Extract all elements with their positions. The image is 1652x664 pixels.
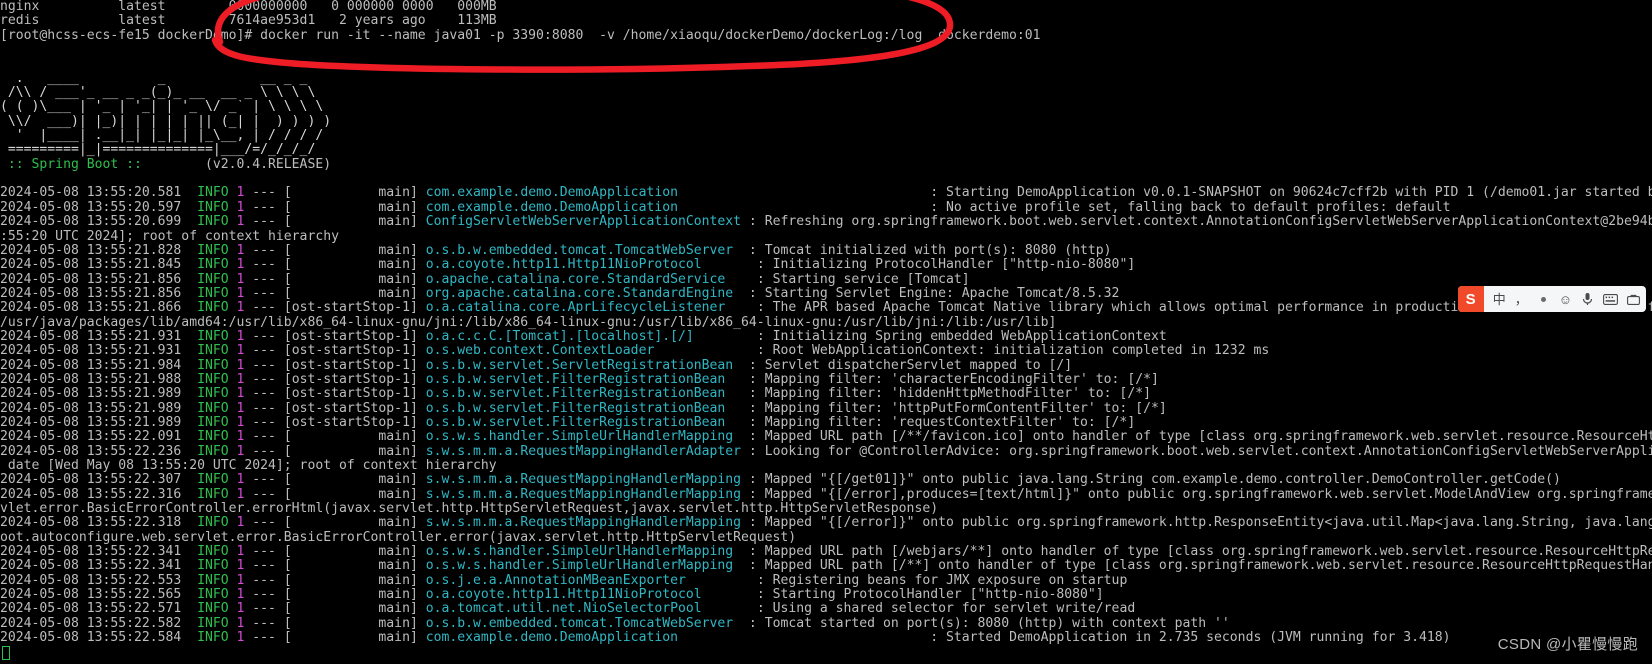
log-line-23: 2024-05-08 13:55:22.318 INFO 1 --- [ mai… xyxy=(0,516,1652,531)
log-line-29: 2024-05-08 13:55:22.571 INFO 1 --- [ mai… xyxy=(0,602,1136,617)
shell-prompt-command: [root@hcss-ecs-fe15 dockerDemo]# docker … xyxy=(0,28,1041,43)
ime-floating-toolbar[interactable]: S 中 ， ☺ xyxy=(1457,286,1646,312)
soft-keyboard-icon[interactable] xyxy=(1603,286,1618,312)
log-line-12: 2024-05-08 13:55:21.984 INFO 1 --- [ost-… xyxy=(0,358,1073,373)
log-line-27: 2024-05-08 13:55:22.553 INFO 1 --- [ mai… xyxy=(0,573,1128,588)
spring-banner-version: :: Spring Boot :: (v2.0.4.RELEASE) xyxy=(0,157,332,172)
spring-banner-line-0: . ____ _ __ _ _ xyxy=(0,71,308,86)
spring-banner-line-3: \\/ ___)| |_)| | | | | || (_| | ) ) ) ) xyxy=(0,114,332,129)
punctuation-mode-icon[interactable]: ， xyxy=(1515,286,1528,312)
log-line-15: 2024-05-08 13:55:21.989 INFO 1 --- [ost-… xyxy=(0,401,1167,416)
microphone-glyph xyxy=(1582,293,1593,305)
log-line-31: 2024-05-08 13:55:22.584 INFO 1 --- [ mai… xyxy=(0,631,1451,646)
dot xyxy=(1540,296,1546,302)
terminal-cursor xyxy=(2,646,10,660)
log-continuation-22: vlet.error.BasicErrorController.errorHtm… xyxy=(0,502,939,517)
spring-banner-line-4: ' |____| .__|_| |_|_| |_\__, | / / / / xyxy=(0,129,324,144)
log-line-5: 2024-05-08 13:55:21.845 INFO 1 --- [ mai… xyxy=(0,258,1136,273)
voice-input-icon[interactable] xyxy=(1581,286,1594,312)
log-line-17: 2024-05-08 13:55:22.091 INFO 1 --- [ mai… xyxy=(0,430,1652,445)
log-continuation-19: date [Wed May 08 13:55:20 UTC 2024]; roo… xyxy=(0,459,497,473)
log-line-6: 2024-05-08 13:55:21.856 INFO 1 --- [ mai… xyxy=(0,272,970,287)
keyboard-glyph xyxy=(1603,293,1618,305)
log-line-7: 2024-05-08 13:55:21.856 INFO 1 --- [ mai… xyxy=(0,286,1120,301)
toolbox-icon[interactable] xyxy=(1627,286,1640,312)
csdn-watermark: CSDN @小瞿慢慢跑 xyxy=(1497,636,1638,653)
log-line-20: 2024-05-08 13:55:22.307 INFO 1 --- [ mai… xyxy=(0,473,1561,488)
log-continuation-24: oot.autoconfigure.web.servlet.error.Basi… xyxy=(0,530,797,545)
language-mode-icon[interactable]: 中 xyxy=(1493,286,1506,312)
log-line-30: 2024-05-08 13:55:22.582 INFO 1 --- [ mai… xyxy=(0,616,1230,631)
log-continuation-3: :55:20 UTC 2024]; root of context hierar… xyxy=(0,229,339,244)
terminal-window[interactable]: nginx latest 0000000000 0 000000 0000 00… xyxy=(0,0,1652,664)
menu-dots-icon[interactable] xyxy=(1537,286,1550,312)
emoji-icon[interactable]: ☺ xyxy=(1559,286,1572,312)
docker-images-row-nginx: nginx latest 0000000000 0 000000 0000 00… xyxy=(0,0,497,14)
log-line-21: 2024-05-08 13:55:22.316 INFO 1 --- [ mai… xyxy=(0,487,1652,502)
log-line-0: 2024-05-08 13:55:20.581 INFO 1 --- [ mai… xyxy=(0,186,1652,201)
spring-banner-line-5: =========|_|==============|___/=/_/_/_/ xyxy=(0,143,316,158)
log-line-8: 2024-05-08 13:55:21.866 INFO 1 --- [ost-… xyxy=(0,301,1652,316)
log-line-28: 2024-05-08 13:55:22.565 INFO 1 --- [ mai… xyxy=(0,588,1104,603)
log-line-13: 2024-05-08 13:55:21.988 INFO 1 --- [ost-… xyxy=(0,372,1159,387)
log-line-2: 2024-05-08 13:55:20.699 INFO 1 --- [ mai… xyxy=(0,215,1652,230)
log-line-11: 2024-05-08 13:55:21.931 INFO 1 --- [ost-… xyxy=(0,344,1270,359)
spring-banner-line-2: ( ( )\___ | '_ | '_| | '_ \/ _` | \ \ \ … xyxy=(0,100,324,115)
log-line-4: 2024-05-08 13:55:21.828 INFO 1 --- [ mai… xyxy=(0,243,1112,258)
log-line-1: 2024-05-08 13:55:20.597 INFO 1 --- [ mai… xyxy=(0,200,1451,215)
log-line-18: 2024-05-08 13:55:22.236 INFO 1 --- [ mai… xyxy=(0,444,1652,459)
docker-images-row-redis: redis latest 7614ae953d1 2 years ago 113… xyxy=(0,14,497,29)
spring-banner-line-1: /\\ / ___'_ __ _ _(_)_ __ __ _ \ \ \ \ xyxy=(0,86,316,101)
log-line-26: 2024-05-08 13:55:22.341 INFO 1 --- [ mai… xyxy=(0,559,1652,574)
log-continuation-9: /usr/java/packages/lib/amd64:/usr/lib/x8… xyxy=(0,315,1057,330)
log-line-25: 2024-05-08 13:55:22.341 INFO 1 --- [ mai… xyxy=(0,545,1652,560)
toolbox-glyph xyxy=(1627,294,1640,305)
log-line-16: 2024-05-08 13:55:21.989 INFO 1 --- [ost-… xyxy=(0,415,1136,430)
log-line-14: 2024-05-08 13:55:21.989 INFO 1 --- [ost-… xyxy=(0,387,1151,402)
sogou-logo-icon[interactable]: S xyxy=(1457,286,1484,312)
log-line-10: 2024-05-08 13:55:21.931 INFO 1 --- [ost-… xyxy=(0,329,1167,344)
